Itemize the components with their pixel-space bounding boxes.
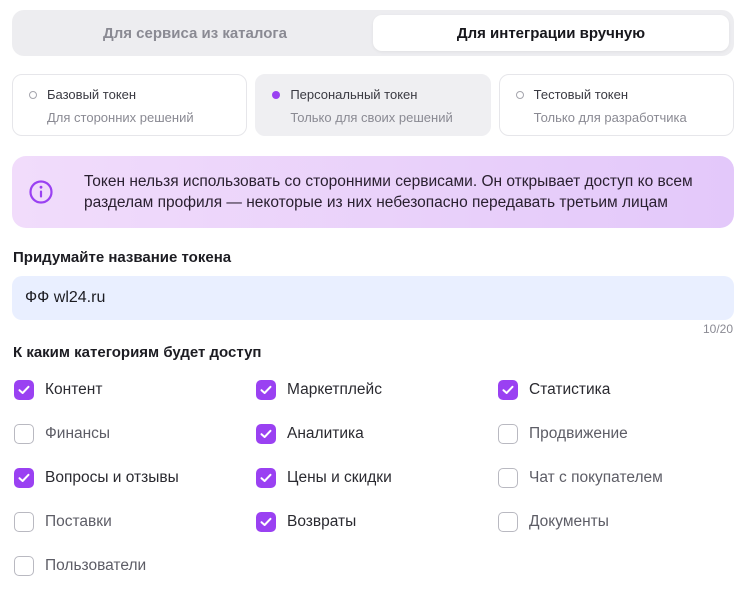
category-label: Вопросы и отзывы bbox=[45, 469, 179, 486]
category-label: Продвижение bbox=[529, 425, 628, 442]
category-label: Финансы bbox=[45, 425, 111, 442]
category-checkbox-row[interactable]: Документы bbox=[498, 512, 609, 532]
token-type-basic[interactable]: Базовый токен Для сторонних решений bbox=[12, 74, 248, 136]
token-type-test[interactable]: Тестовый токен Только для разработчика bbox=[498, 74, 734, 136]
radio-unselected-icon bbox=[515, 90, 524, 99]
token-type-title: Тестовый токен bbox=[533, 87, 629, 102]
checkbox-unchecked-icon[interactable] bbox=[14, 512, 34, 532]
info-message: Токен нельзя использовать со сторонними … bbox=[84, 171, 693, 213]
token-type-personal[interactable]: Персональный токен Только для своих реше… bbox=[255, 74, 491, 136]
char-counter: 10/20 bbox=[702, 322, 733, 336]
category-checkbox-row[interactable]: Чат с покупателем bbox=[498, 468, 663, 488]
category-checkbox-row[interactable]: Продвижение bbox=[498, 424, 628, 444]
checkbox-checked-icon[interactable] bbox=[14, 380, 34, 400]
category-checkbox-row[interactable]: Пользователи bbox=[14, 556, 146, 576]
checkbox-unchecked-icon[interactable] bbox=[498, 512, 518, 532]
checkbox-checked-icon[interactable] bbox=[256, 424, 276, 444]
category-label: Поставки bbox=[45, 513, 112, 530]
tab-manual-integration[interactable]: Для интеграции вручную bbox=[373, 15, 729, 51]
category-label: Документы bbox=[529, 513, 609, 530]
category-checkbox-row[interactable]: Маркетплейс bbox=[256, 380, 382, 400]
category-label: Пользователи bbox=[45, 557, 147, 574]
checkbox-unchecked-icon[interactable] bbox=[498, 424, 518, 444]
category-checkbox-row[interactable]: Аналитика bbox=[256, 424, 364, 444]
category-checkbox-row[interactable]: Финансы bbox=[14, 424, 110, 444]
checkbox-checked-icon[interactable] bbox=[256, 380, 276, 400]
category-label: Возвраты bbox=[287, 513, 357, 530]
category-label: Статистика bbox=[529, 381, 611, 398]
info-line: разделам профиля — некоторые из них небе… bbox=[84, 194, 668, 211]
checkbox-unchecked-icon[interactable] bbox=[498, 468, 518, 488]
info-banner: Токен нельзя использовать со сторонними … bbox=[12, 156, 734, 228]
radio-selected-icon bbox=[272, 90, 281, 99]
category-checkbox-row[interactable]: Поставки bbox=[14, 512, 112, 532]
info-icon bbox=[29, 180, 53, 204]
token-type-selector: Базовый токен Для сторонних решений Перс… bbox=[12, 74, 734, 136]
category-checkbox-row[interactable]: Вопросы и отзывы bbox=[14, 468, 179, 488]
checkbox-unchecked-icon[interactable] bbox=[14, 556, 34, 576]
category-label: Маркетплейс bbox=[287, 381, 382, 398]
category-checkbox-row[interactable]: Цены и скидки bbox=[256, 468, 392, 488]
checkbox-checked-icon[interactable] bbox=[498, 380, 518, 400]
token-type-subtitle: Только для своих решений bbox=[290, 110, 453, 125]
checkbox-checked-icon[interactable] bbox=[14, 468, 34, 488]
checkbox-checked-icon[interactable] bbox=[256, 468, 276, 488]
radio-unselected-icon bbox=[29, 90, 37, 99]
category-label: Чат с покупателем bbox=[529, 469, 663, 486]
token-source-tabs: Для сервиса из каталога Для интеграции в… bbox=[12, 10, 734, 56]
category-label: Аналитика bbox=[287, 425, 364, 442]
info-line: Токен нельзя использовать со сторонними … bbox=[84, 173, 693, 190]
category-checkbox-row[interactable]: Контент bbox=[14, 380, 102, 400]
category-label: Контент bbox=[45, 381, 103, 398]
category-checkbox-row[interactable]: Статистика bbox=[498, 380, 610, 400]
token-type-subtitle: Только для разработчика bbox=[533, 110, 687, 125]
category-label: Цены и скидки bbox=[287, 469, 392, 486]
tab-catalog-service[interactable]: Для сервиса из каталога bbox=[17, 15, 373, 51]
token-type-subtitle: Для сторонних решений bbox=[47, 110, 194, 125]
checkbox-unchecked-icon[interactable] bbox=[14, 424, 34, 444]
token-name-label: Придумайте название токена bbox=[13, 249, 232, 266]
token-type-title: Персональный токен bbox=[290, 87, 418, 102]
token-name-value: ФФ wl24.ru bbox=[25, 289, 106, 306]
category-checkbox-row[interactable]: Возвраты bbox=[256, 512, 356, 532]
token-name-input[interactable]: ФФ wl24.ru bbox=[12, 276, 734, 320]
checkbox-checked-icon[interactable] bbox=[256, 512, 276, 532]
token-type-title: Базовый токен bbox=[47, 87, 137, 102]
categories-label: К каким категориям будет доступ bbox=[13, 344, 262, 361]
